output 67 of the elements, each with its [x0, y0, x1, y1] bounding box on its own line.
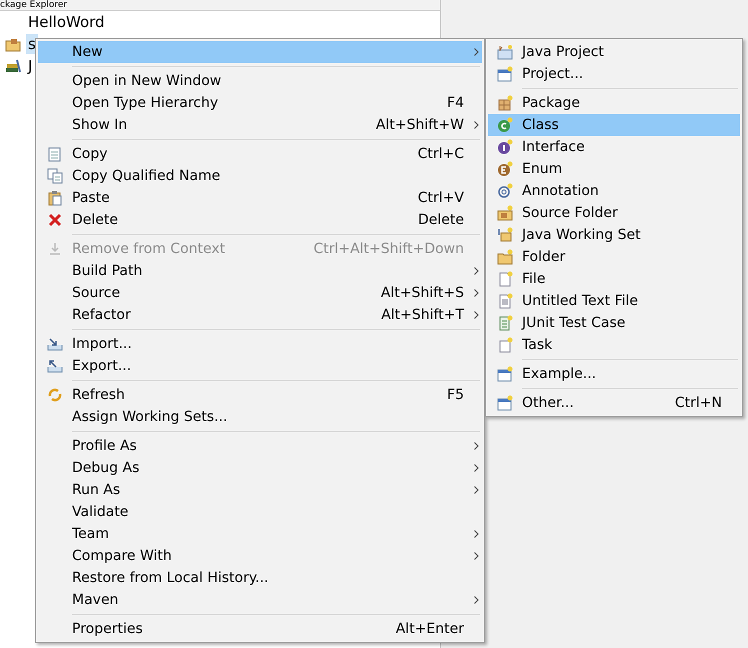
menu-item[interactable]: Team	[38, 523, 482, 545]
menu-item[interactable]: Copy Ctrl+C	[38, 143, 482, 165]
package-icon	[497, 95, 513, 111]
tree-item[interactable]: HelloWord	[26, 12, 107, 32]
menu-item[interactable]: Profile As	[38, 435, 482, 457]
menu-item[interactable]: Copy Qualified Name	[38, 165, 482, 187]
document-icon	[47, 146, 63, 162]
menu-item[interactable]: Paste Ctrl+V	[38, 187, 482, 209]
clipboard-icon	[47, 190, 63, 206]
tree-item[interactable]: J	[26, 56, 34, 76]
menu-item[interactable]: Task	[488, 334, 740, 356]
enum-icon	[497, 161, 513, 177]
menu-item[interactable]: Java Working Set	[488, 224, 740, 246]
view-title: ckage Explorer	[0, 0, 68, 10]
menu-item[interactable]: Debug As	[38, 457, 482, 479]
file-icon	[497, 271, 513, 287]
package-folder-icon	[5, 36, 21, 52]
faded-arrow-icon	[47, 241, 63, 257]
menu-item[interactable]: Package	[488, 92, 740, 114]
cross-icon	[47, 212, 63, 228]
documents-icon	[47, 168, 63, 184]
books-icon	[5, 58, 21, 74]
interface-icon	[497, 139, 513, 155]
menu-item[interactable]: Folder	[488, 246, 740, 268]
menu-item[interactable]: Validate	[38, 501, 482, 523]
menu-item[interactable]: Export...	[38, 355, 482, 377]
menu-item[interactable]: Open Type Hierarchy F4	[38, 92, 482, 114]
menu-item[interactable]: Open in New Window	[38, 70, 482, 92]
menu-item[interactable]: Maven	[38, 589, 482, 611]
menu-item[interactable]: Other... Ctrl+N	[488, 392, 740, 414]
menu-item[interactable]: File	[488, 268, 740, 290]
refresh-icon	[47, 387, 63, 403]
menu-item[interactable]: Class	[488, 114, 740, 136]
window-star-icon	[497, 66, 513, 82]
menu-item[interactable]: Properties Alt+Enter	[38, 618, 482, 640]
window-star-icon	[497, 395, 513, 411]
menu-item[interactable]: Show In Alt+Shift+W	[38, 114, 482, 136]
class-icon	[497, 117, 513, 133]
menu-item[interactable]: Run As	[38, 479, 482, 501]
text-file-icon	[497, 293, 513, 309]
menu-item[interactable]: JUnit Test Case	[488, 312, 740, 334]
menu-item[interactable]: Source Alt+Shift+S	[38, 282, 482, 304]
task-icon	[497, 337, 513, 353]
menu-item[interactable]: Refresh F5	[38, 384, 482, 406]
menu-item[interactable]: Refactor Alt+Shift+T	[38, 304, 482, 326]
menu-item[interactable]: Source Folder	[488, 202, 740, 224]
window-star-icon	[497, 366, 513, 382]
menu-item[interactable]: Build Path	[38, 260, 482, 282]
menu-item[interactable]: Example...	[488, 363, 740, 385]
menu-item[interactable]: Annotation	[488, 180, 740, 202]
test-file-icon	[497, 315, 513, 331]
folder-icon	[497, 249, 513, 265]
menu-item[interactable]: Restore from Local History...	[38, 567, 482, 589]
menu-item[interactable]: Delete Delete	[38, 209, 482, 231]
package-folder-icon	[497, 205, 513, 221]
menu-item[interactable]: Assign Working Sets...	[38, 406, 482, 428]
menu-item[interactable]: New	[38, 41, 482, 63]
menu-item[interactable]: Project...	[488, 63, 740, 85]
menu-item[interactable]: Compare With	[38, 545, 482, 567]
menu-item[interactable]: Enum	[488, 158, 740, 180]
menu-item[interactable]: Untitled Text File	[488, 290, 740, 312]
menu-item[interactable]: Import...	[38, 333, 482, 355]
menu-item[interactable]: Java Project	[488, 41, 740, 63]
tray-arrow-icon	[47, 336, 63, 352]
folder-star-icon	[497, 44, 513, 60]
menu-item[interactable]: Interface	[488, 136, 740, 158]
tray-arrow-icon	[47, 358, 63, 374]
